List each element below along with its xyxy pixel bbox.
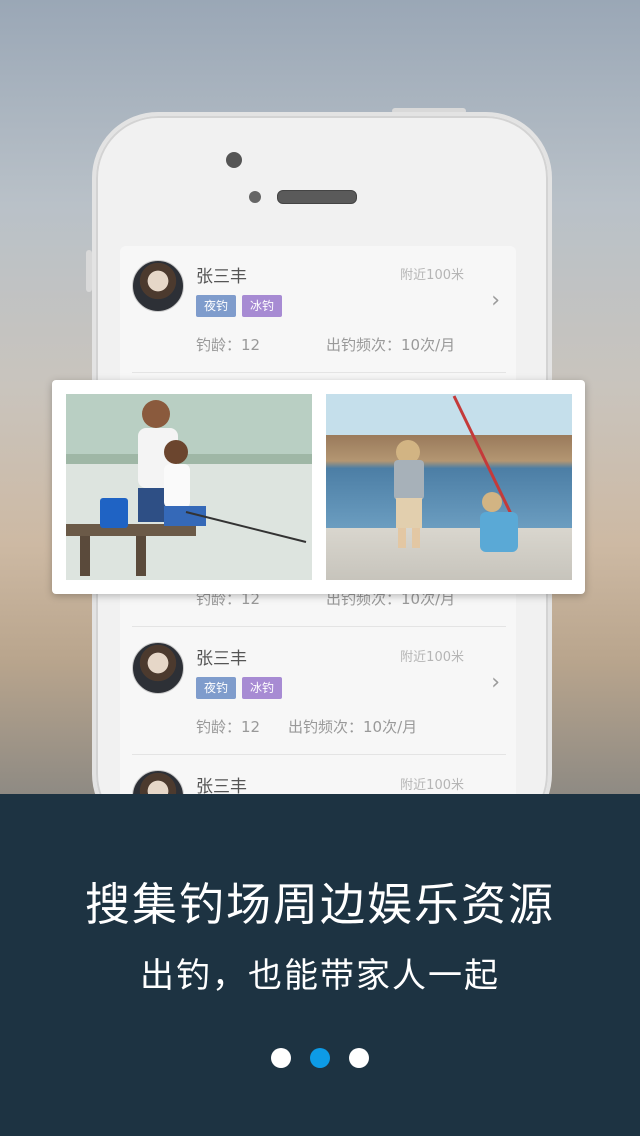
page-indicator-dot-2[interactable] [310,1048,330,1068]
angler-card[interactable]: 张三丰 附近100米 夜钓 冰钓 › 钓龄：12 出钓频次：10次/月 [132,246,506,373]
proximity-sensor [249,191,261,203]
tag-ice-fishing: 冰钓 [242,677,283,699]
avatar [132,260,184,312]
page-indicator-dot-3[interactable] [349,1048,369,1068]
photo-kids-lake-fishing[interactable] [326,394,572,580]
onboarding-subline: 出钓，也能带家人一起 [140,956,500,996]
chevron-right-icon[interactable]: › [491,670,500,695]
photo-gallery-popup [52,380,585,594]
distance-label: 附近100米 [400,268,464,283]
earpiece-speaker [277,190,357,204]
fishing-frequency: 出钓频次：10次/月 [288,718,418,736]
distance-label: 附近100米 [400,778,464,793]
fishing-frequency: 出钓频次：10次/月 [326,336,456,354]
angler-name: 张三丰 [196,267,247,287]
front-camera [226,152,242,168]
tag-night-fishing: 夜钓 [196,295,237,317]
fishing-age: 钓龄：12 [196,336,261,354]
avatar [132,642,184,694]
fishing-age: 钓龄：12 [196,718,261,736]
chevron-right-icon[interactable]: › [491,288,500,313]
angler-card[interactable]: 张三丰 附近100米 夜钓 冰钓 › 钓龄：12 出钓频次：10次/月 [132,628,506,755]
onboarding-headline: 搜集钓场周边娱乐资源 [84,878,555,931]
page-indicator-dot-1[interactable] [271,1048,291,1068]
tag-night-fishing: 夜钓 [196,677,237,699]
photo-father-son-fishing[interactable] [66,394,312,580]
distance-label: 附近100米 [400,650,464,665]
angler-name: 张三丰 [196,649,247,669]
tag-ice-fishing: 冰钓 [242,295,283,317]
